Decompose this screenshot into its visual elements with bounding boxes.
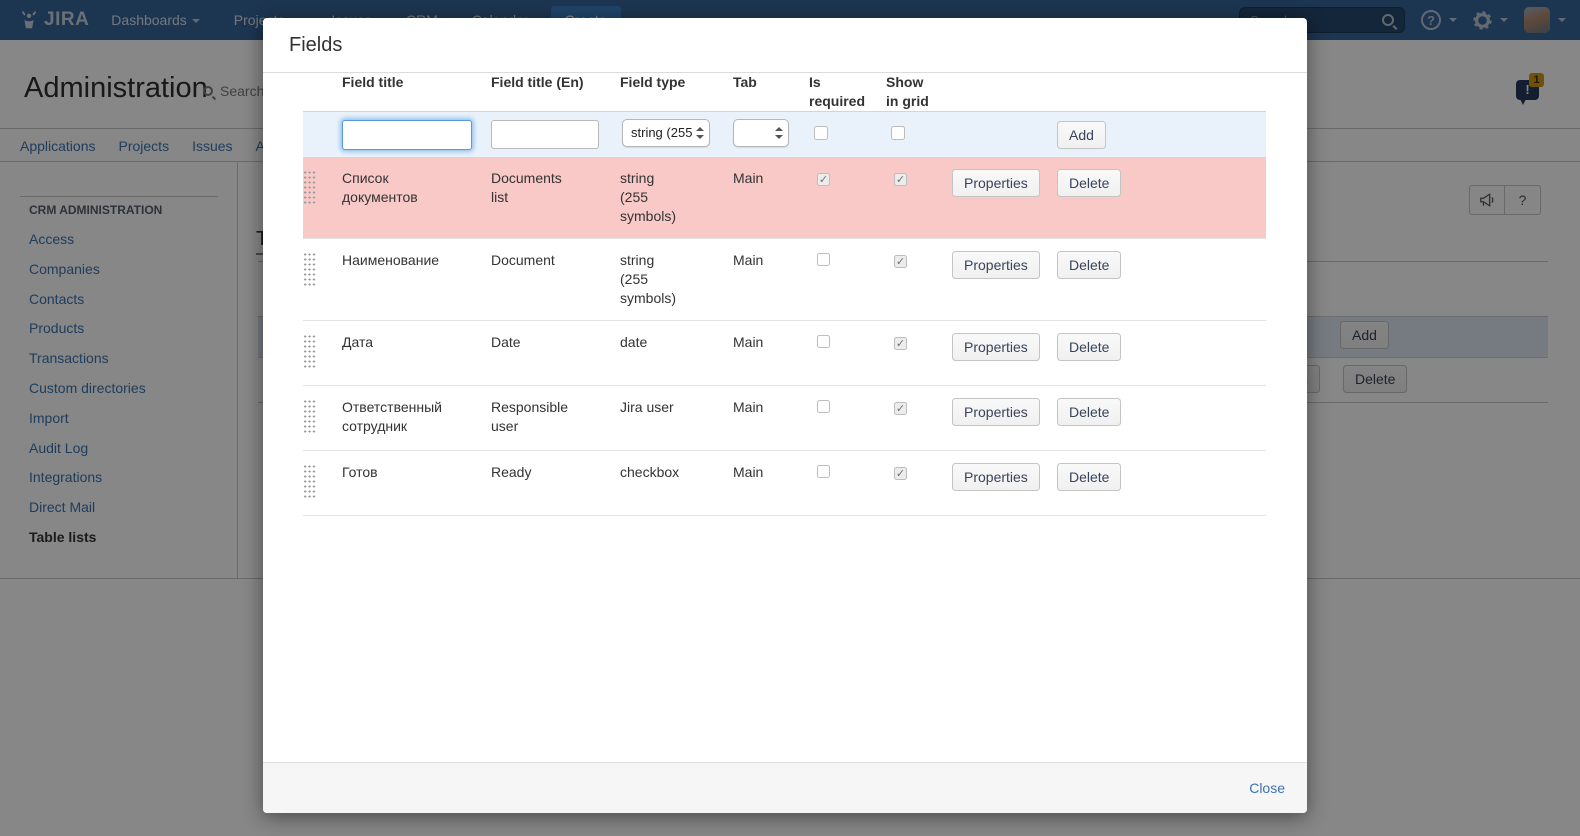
delete-button[interactable]: Delete (1057, 333, 1121, 361)
field-type-cell: string (255 symbols) (620, 251, 686, 308)
is-required-checkbox[interactable] (817, 400, 830, 413)
field-type-cell: date (620, 333, 686, 352)
is-required-checkbox[interactable] (817, 173, 830, 186)
chevron-updown-icon (775, 127, 783, 139)
properties-button[interactable]: Properties (952, 169, 1040, 197)
delete-button[interactable]: Delete (1057, 251, 1121, 279)
close-link[interactable]: Close (1249, 763, 1285, 813)
chevron-updown-icon (696, 127, 704, 139)
field-title-cell: Дата (342, 333, 460, 352)
properties-button[interactable]: Properties (952, 333, 1040, 361)
field-title-cell: Готов (342, 463, 460, 482)
table-header-row: Field title Field title (En) Field type … (303, 73, 1266, 112)
is-required-checkbox[interactable] (817, 253, 830, 266)
field-title-en-cell: Ready (491, 463, 573, 482)
column-header-field-type: Field type (620, 73, 733, 92)
is-required-checkbox[interactable] (817, 335, 830, 348)
new-field-tab-select[interactable] (733, 119, 789, 147)
new-field-type-select[interactable]: string (255 (622, 119, 710, 147)
properties-button[interactable]: Properties (952, 251, 1040, 279)
dialog-footer: Close (263, 762, 1307, 813)
column-header-is-required: Is required (809, 73, 867, 111)
field-title-en-cell: Date (491, 333, 573, 352)
field-title-cell: Ответственный сотрудник (342, 398, 460, 436)
fields-dialog: Fields Field title Field title (En) Fiel… (263, 18, 1307, 813)
field-row: Готов Ready checkbox Main Properties Del… (303, 451, 1266, 516)
column-header-show-in-grid: Show in grid (886, 73, 934, 111)
field-row: Наименование Document string (255 symbol… (303, 239, 1266, 321)
new-field-row: string (255 Add (303, 112, 1266, 158)
show-in-grid-checkbox[interactable] (894, 467, 907, 480)
properties-button[interactable]: Properties (952, 398, 1040, 426)
field-title-cell: Список документов (342, 169, 460, 207)
field-title-cell: Наименование (342, 251, 460, 270)
tab-cell: Main (733, 169, 809, 188)
add-field-button[interactable]: Add (1057, 121, 1106, 149)
drag-handle-icon[interactable] (303, 170, 316, 204)
dialog-header: Fields (263, 18, 1307, 73)
drag-handle-icon[interactable] (303, 464, 316, 498)
field-title-en-cell: Documents list (491, 169, 573, 207)
column-header-field-title-en: Field title (En) (491, 73, 620, 92)
new-field-show-in-grid-checkbox[interactable] (891, 126, 905, 140)
dialog-title: Fields (289, 34, 342, 56)
delete-button[interactable]: Delete (1057, 169, 1121, 197)
show-in-grid-checkbox[interactable] (894, 337, 907, 350)
show-in-grid-checkbox[interactable] (894, 402, 907, 415)
field-type-cell: checkbox (620, 463, 686, 482)
new-field-title-input[interactable] (342, 120, 472, 150)
field-row: Список документов Documents list string … (303, 157, 1266, 239)
column-header-tab: Tab (733, 73, 809, 92)
drag-handle-icon[interactable] (303, 399, 316, 433)
field-title-en-cell: Responsible user (491, 398, 573, 436)
is-required-checkbox[interactable] (817, 465, 830, 478)
page: JIRA Dashboards Projects Issues CRM Cale… (0, 0, 1580, 836)
field-row: Ответственный сотрудник Responsible user… (303, 386, 1266, 451)
field-title-en-cell: Document (491, 251, 573, 270)
fields-table: Field title Field title (En) Field type … (303, 73, 1266, 516)
show-in-grid-checkbox[interactable] (894, 255, 907, 268)
show-in-grid-checkbox[interactable] (894, 173, 907, 186)
field-row: Дата Date date Main Properties Delete (303, 321, 1266, 386)
new-field-title-en-input[interactable] (491, 120, 599, 149)
field-type-cell: string (255 symbols) (620, 169, 686, 226)
tab-cell: Main (733, 251, 809, 270)
tab-cell: Main (733, 333, 809, 352)
column-header-field-title: Field title (342, 73, 491, 92)
tab-cell: Main (733, 398, 809, 417)
properties-button[interactable]: Properties (952, 463, 1040, 491)
tab-cell: Main (733, 463, 809, 482)
delete-button[interactable]: Delete (1057, 398, 1121, 426)
drag-handle-icon[interactable] (303, 334, 316, 368)
new-field-is-required-checkbox[interactable] (814, 126, 828, 140)
delete-button[interactable]: Delete (1057, 463, 1121, 491)
drag-handle-icon[interactable] (303, 252, 316, 286)
field-type-cell: Jira user (620, 398, 686, 417)
